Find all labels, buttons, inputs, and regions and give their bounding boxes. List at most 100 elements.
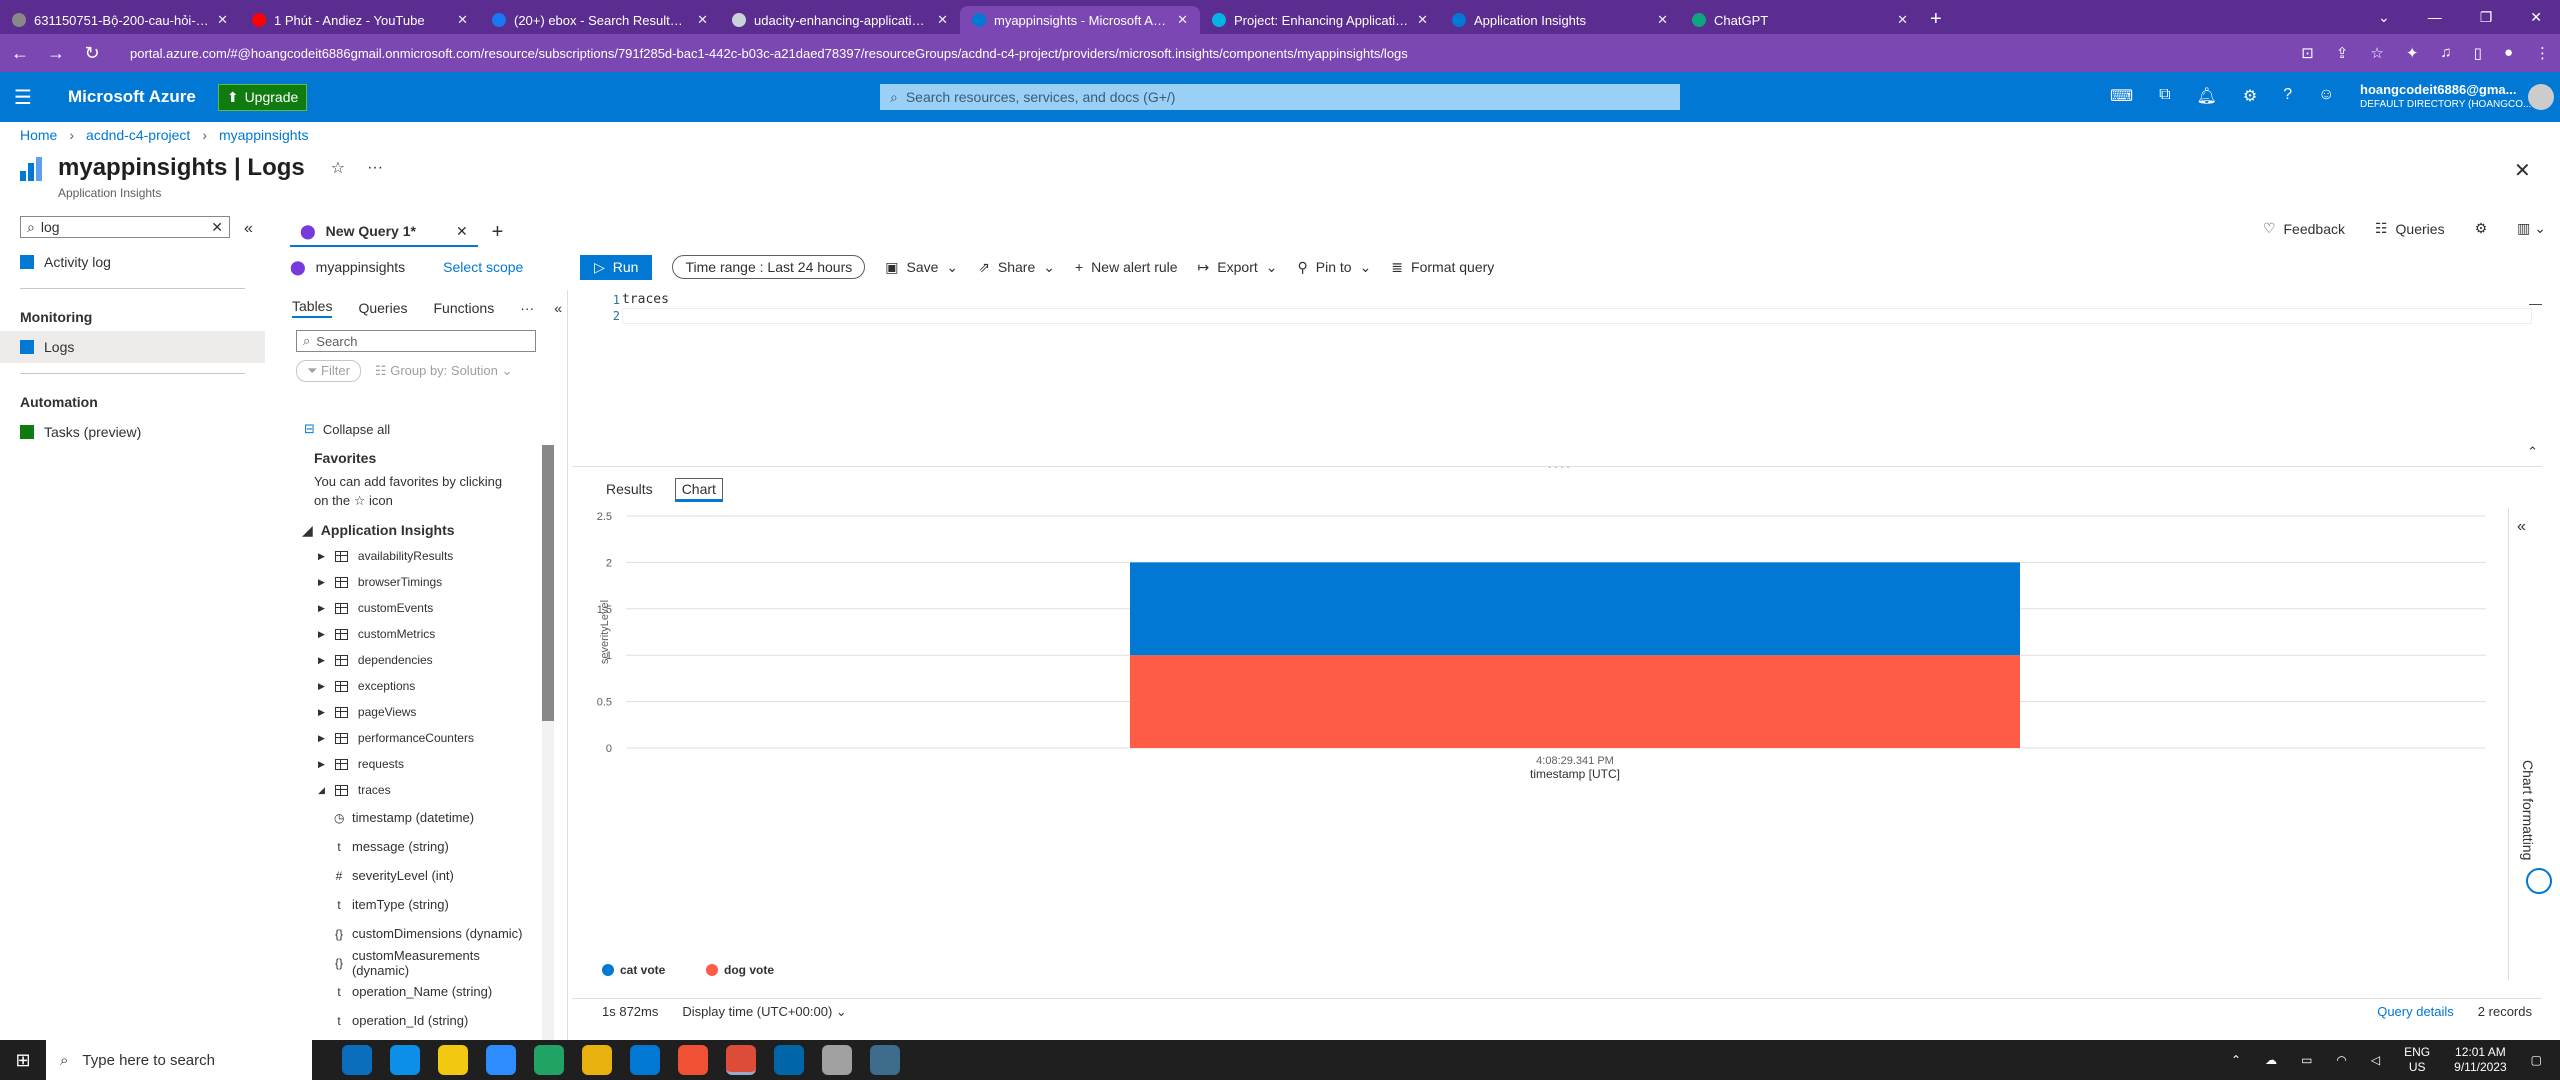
browser-tab[interactable]: ChatGPT ✕	[1680, 6, 1920, 34]
back-icon[interactable]: ←	[10, 43, 30, 64]
legend-marker[interactable]	[602, 964, 614, 976]
share-button[interactable]: ⇗ Share ⌄	[978, 259, 1055, 276]
browser-menu-icon[interactable]: ⋮	[2535, 44, 2550, 62]
forward-icon[interactable]: →	[46, 43, 66, 64]
weather-icon[interactable]: ☁	[2265, 1053, 2277, 1067]
tab-results[interactable]: Results	[600, 478, 659, 502]
menu-item-logs[interactable]: Logs	[0, 331, 265, 363]
tab-chart[interactable]: Chart	[674, 478, 723, 502]
schema-field-item[interactable]: t itemType (string)	[290, 890, 540, 919]
expand-pane-icon[interactable]: «	[2517, 518, 2526, 536]
app-insights-section[interactable]: ◢ Application Insights	[290, 522, 540, 539]
schema-field-item[interactable]: t operation_Id (string)	[290, 1006, 540, 1035]
url-field[interactable]: portal.azure.com/#@hoangcodeit6886gmail.…	[118, 46, 2285, 61]
schema-table-item[interactable]: ▶ customEvents	[290, 595, 540, 621]
schema-field-item[interactable]: t operation_Name (string)	[290, 977, 540, 1006]
caret-right-icon[interactable]: ▶	[318, 577, 325, 588]
menu-item-activity-log[interactable]: Activity log	[0, 246, 265, 278]
caret-right-icon[interactable]: ▶	[318, 551, 325, 562]
chart-formatting-tab[interactable]: Chart formatting	[2520, 760, 2536, 870]
clear-icon[interactable]: ✕	[211, 219, 223, 236]
time-range-picker[interactable]: Time range : Last 24 hours	[672, 255, 866, 279]
collapse-menu-icon[interactable]: «	[244, 220, 253, 238]
restore-icon[interactable]: ❐	[2480, 9, 2493, 26]
browser-tab[interactable]: 631150751-Bộ-200-cau-hỏi-mẫu ✕	[0, 6, 240, 34]
settings-icon[interactable]: ⚙	[2475, 220, 2488, 237]
azure-brand[interactable]: Microsoft Azure	[68, 87, 196, 107]
directory-icon[interactable]: ⧉	[2159, 86, 2170, 106]
scrollbar-thumb[interactable]	[542, 445, 554, 721]
vscode-icon[interactable]	[774, 1045, 804, 1075]
legend-label[interactable]: cat vote	[620, 963, 666, 977]
install-app-icon[interactable]: ⊡	[2301, 44, 2314, 62]
minimize-icon[interactable]: —	[2428, 9, 2442, 26]
schema-field-item[interactable]: ◷ timestamp (datetime)	[290, 803, 540, 832]
tray-chevron-icon[interactable]: ⌃	[2231, 1053, 2241, 1067]
breadcrumb-home[interactable]: Home	[20, 127, 57, 143]
close-tab-icon[interactable]: ✕	[1417, 12, 1428, 28]
assistant-bubble-icon[interactable]	[2526, 868, 2552, 894]
save-button[interactable]: ▣ Save ⌄	[885, 259, 958, 276]
feedback-person-icon[interactable]: ☺	[2318, 86, 2334, 106]
schema-field-item[interactable]: {} customMeasurements (dynamic)	[290, 948, 540, 978]
export-button[interactable]: ↦ Export ⌄	[1198, 259, 1278, 276]
schema-field-item[interactable]: t message (string)	[290, 832, 540, 861]
splitter-grip-icon[interactable]: · · · ·	[1548, 462, 1570, 473]
caret-right-icon[interactable]: ▶	[318, 707, 325, 718]
avatar[interactable]	[2528, 84, 2554, 110]
caret-right-icon[interactable]: ▶	[318, 603, 325, 614]
caret-right-icon[interactable]: ▶	[318, 655, 325, 666]
zoom-icon[interactable]	[486, 1045, 516, 1075]
browser-tab[interactable]: Application Insights ✕	[1440, 6, 1680, 34]
more-icon[interactable]: ···	[367, 159, 383, 177]
bar-dog-vote[interactable]	[1130, 655, 2020, 748]
query-details-link[interactable]: Query details	[2377, 1004, 2454, 1019]
close-tab-icon[interactable]: ✕	[217, 12, 228, 28]
close-tab-icon[interactable]: ✕	[1177, 12, 1188, 28]
collapse-all-button[interactable]: ⊟ Collapse all	[290, 416, 540, 442]
help-icon[interactable]: ?	[2283, 86, 2292, 106]
browser-tab[interactable]: (20+) ebox - Search Results | Wo ✕	[480, 6, 720, 34]
breadcrumb-resource[interactable]: myappinsights	[219, 127, 309, 143]
git-icon[interactable]	[678, 1045, 708, 1075]
bar-cat-vote[interactable]	[1130, 562, 2020, 656]
portal-menu-icon[interactable]: ☰	[0, 85, 46, 110]
format-query-button[interactable]: ≣ Format query	[1391, 259, 1494, 276]
tab-new-query-1[interactable]: ⬤ New Query 1* ✕	[290, 217, 478, 247]
caret-right-icon[interactable]: ▶	[318, 629, 325, 640]
caret-right-icon[interactable]: ▶	[318, 733, 325, 744]
close-tab-icon[interactable]: ✕	[937, 12, 948, 28]
caret-right-icon[interactable]: ▶	[318, 759, 325, 770]
schema-table-item[interactable]: ▶ customMetrics	[290, 621, 540, 647]
collapse-editor-icon[interactable]: ⌃	[2527, 444, 2538, 460]
more-icon[interactable]: ···	[520, 300, 534, 316]
refresh-icon[interactable]: ↻	[82, 43, 102, 64]
display-time-dropdown[interactable]: Display time (UTC+00:00) ⌄	[682, 1004, 846, 1020]
schema-scrollbar[interactable]	[542, 445, 554, 1040]
schema-table-item[interactable]: ▶ performanceCounters	[290, 725, 540, 751]
profile-icon[interactable]: ●	[2504, 44, 2513, 62]
close-icon[interactable]: ✕	[2514, 158, 2531, 183]
media-icon[interactable]: ♫	[2440, 44, 2451, 62]
code-area[interactable]: traces	[622, 292, 2532, 324]
feedback-button[interactable]: ♡ Feedback	[2263, 220, 2345, 237]
browser-tab[interactable]: myappinsights - Microsoft Azure ✕	[960, 6, 1200, 34]
browser-tab[interactable]: udacity-enhancing-application/s ✕	[720, 6, 960, 34]
settings-gear-icon[interactable]: ⚙	[2243, 86, 2257, 106]
legend-marker[interactable]	[706, 964, 718, 976]
file-explorer-icon[interactable]	[438, 1045, 468, 1075]
select-scope-link[interactable]: Select scope	[443, 259, 523, 275]
schema-table-item[interactable]: ◢ traces	[290, 777, 540, 803]
close-tab-icon[interactable]: ✕	[1897, 12, 1908, 28]
collapse-panel-icon[interactable]: «	[554, 300, 562, 316]
chrome-icon[interactable]	[726, 1045, 756, 1075]
share-icon[interactable]: ⇪	[2336, 44, 2349, 62]
layout-icon[interactable]: ▥ ⌄	[2517, 220, 2546, 237]
schema-table-item[interactable]: ▶ dependencies	[290, 647, 540, 673]
group-by-dropdown[interactable]: ☷ Group by: Solution ⌄	[375, 363, 513, 379]
queries-button[interactable]: ☷ Queries	[2375, 220, 2445, 237]
app-icon[interactable]	[870, 1045, 900, 1075]
legend-label[interactable]: dog vote	[724, 963, 774, 977]
schema-field-item[interactable]: {} customDimensions (dynamic)	[290, 919, 540, 948]
global-search[interactable]: ⌕ Search resources, services, and docs (…	[880, 84, 1680, 110]
